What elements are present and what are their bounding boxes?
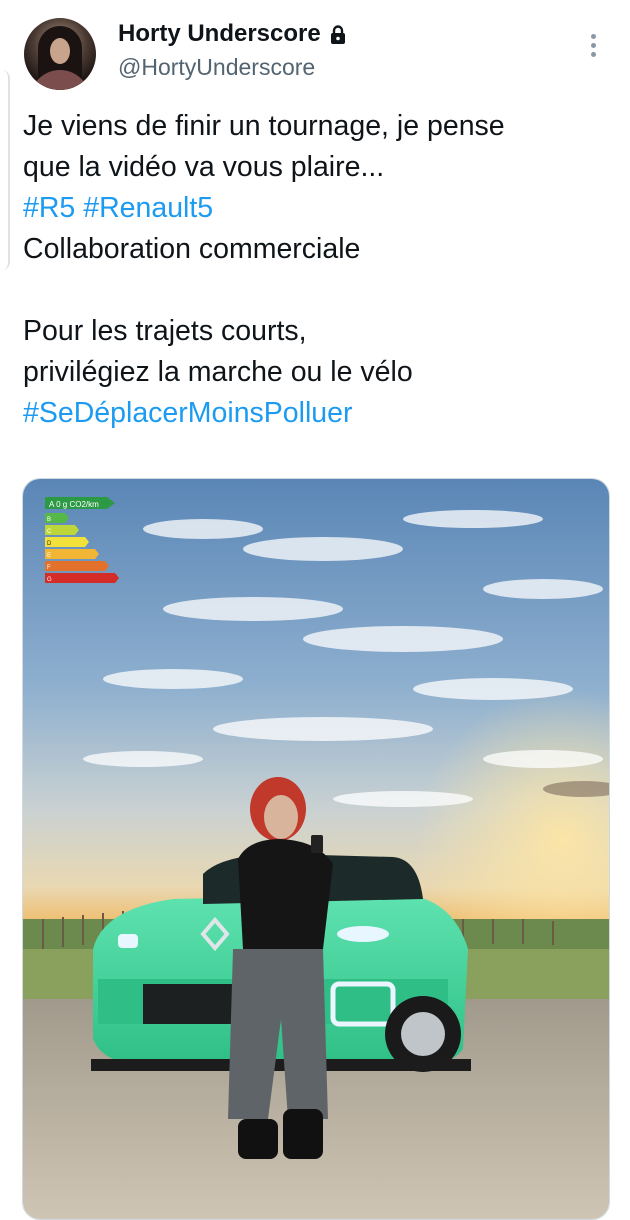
grade-c: C xyxy=(47,529,52,535)
grade-f: F xyxy=(47,565,51,571)
photo-scene: A 0 g CO2/km B C D E F G xyxy=(23,479,609,1219)
tweet-line-2: que la vidéo va vous plaire... xyxy=(23,151,385,183)
tweet-line-6: privilégiez la marche ou le vélo xyxy=(23,356,413,388)
tweet-line-5: Pour les trajets courts, xyxy=(23,315,307,347)
energy-label-text: A 0 g CO2/km xyxy=(49,500,99,509)
grade-e: E xyxy=(47,553,51,559)
grade-g: G xyxy=(47,577,52,583)
thread-accent xyxy=(0,70,10,270)
hashtag-r5[interactable]: #R5 xyxy=(23,192,75,224)
hashtag-renault5[interactable]: #Renault5 xyxy=(83,192,213,224)
hashtag-line-2: #SeDéplacerMoinsPolluer xyxy=(23,393,613,434)
tweet-header: Horty Underscore @HortyUnderscore xyxy=(0,0,630,100)
hashtag-sedeplacer[interactable]: #SeDéplacerMoinsPolluer xyxy=(23,397,353,429)
author-name-row: Horty Underscore xyxy=(118,20,347,48)
lock-icon xyxy=(330,25,345,44)
grade-d: D xyxy=(47,541,52,547)
tweet-line-1: Je viens de finir un tournage, je pense xyxy=(23,110,505,142)
tweet-text: Je viens de finir un tournage, je pense … xyxy=(23,106,613,434)
grade-b: B xyxy=(47,517,51,523)
author-handle[interactable]: @HortyUnderscore xyxy=(118,54,315,81)
hashtag-line: #R5 #Renault5 xyxy=(23,188,613,229)
tweet-line-4: Collaboration commerciale xyxy=(23,233,361,265)
display-name[interactable]: Horty Underscore xyxy=(118,20,321,48)
avatar[interactable] xyxy=(24,18,96,90)
more-options-icon[interactable] xyxy=(583,34,603,60)
tweet-media-photo[interactable]: A 0 g CO2/km B C D E F G xyxy=(22,478,610,1220)
